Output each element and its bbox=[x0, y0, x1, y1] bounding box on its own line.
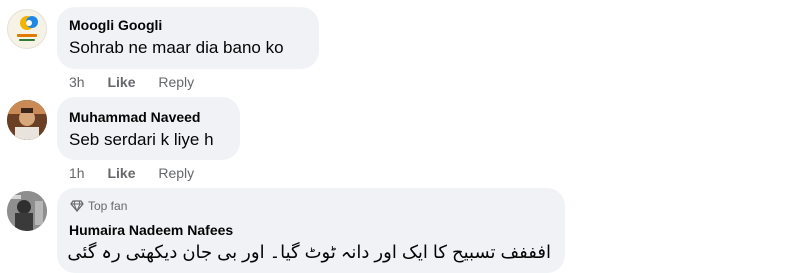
comment-actions: 1h Like Reply bbox=[69, 165, 194, 181]
comment-time[interactable]: 1h bbox=[69, 165, 85, 181]
badge-label: Top fan bbox=[88, 199, 128, 213]
comment-author[interactable]: Humaira Nadeem Nafees bbox=[69, 222, 233, 238]
comment-bubble bbox=[57, 97, 240, 160]
reply-button[interactable]: Reply bbox=[158, 74, 194, 90]
comment-actions: 3h Like Reply bbox=[69, 74, 194, 90]
reply-button[interactable]: Reply bbox=[158, 165, 194, 181]
like-button[interactable]: Like bbox=[107, 165, 135, 181]
comment-text: Seb serdari k liye h bbox=[69, 130, 214, 149]
comment-author[interactable]: Muhammad Naveed bbox=[69, 109, 200, 125]
avatar-photo-icon bbox=[7, 100, 47, 140]
top-fan-badge: Top fan bbox=[70, 199, 127, 213]
comment-item: Moogli Googli Sohrab ne maar dia bano ko… bbox=[0, 0, 812, 95]
comment-time[interactable]: 3h bbox=[69, 74, 85, 90]
comment-item: Top fan Humaira Nadeem Nafees افففف تسبی… bbox=[0, 185, 812, 273]
like-button[interactable]: Like bbox=[107, 74, 135, 90]
comment-text: افففف تسبیح کا ایک اور دانہ ٹوٹ گیا۔ اور… bbox=[67, 242, 551, 262]
avatar[interactable] bbox=[7, 9, 47, 49]
diamond-icon bbox=[70, 200, 84, 213]
avatar-logo-icon bbox=[17, 16, 38, 41]
comment-author[interactable]: Moogli Googli bbox=[69, 17, 162, 33]
comment-text: Sohrab ne maar dia bano ko bbox=[69, 38, 284, 57]
avatar[interactable] bbox=[7, 191, 47, 231]
avatar-photo-icon bbox=[7, 191, 47, 231]
comment-item: Muhammad Naveed Seb serdari k liye h 1h … bbox=[0, 95, 812, 185]
avatar[interactable] bbox=[7, 100, 47, 140]
